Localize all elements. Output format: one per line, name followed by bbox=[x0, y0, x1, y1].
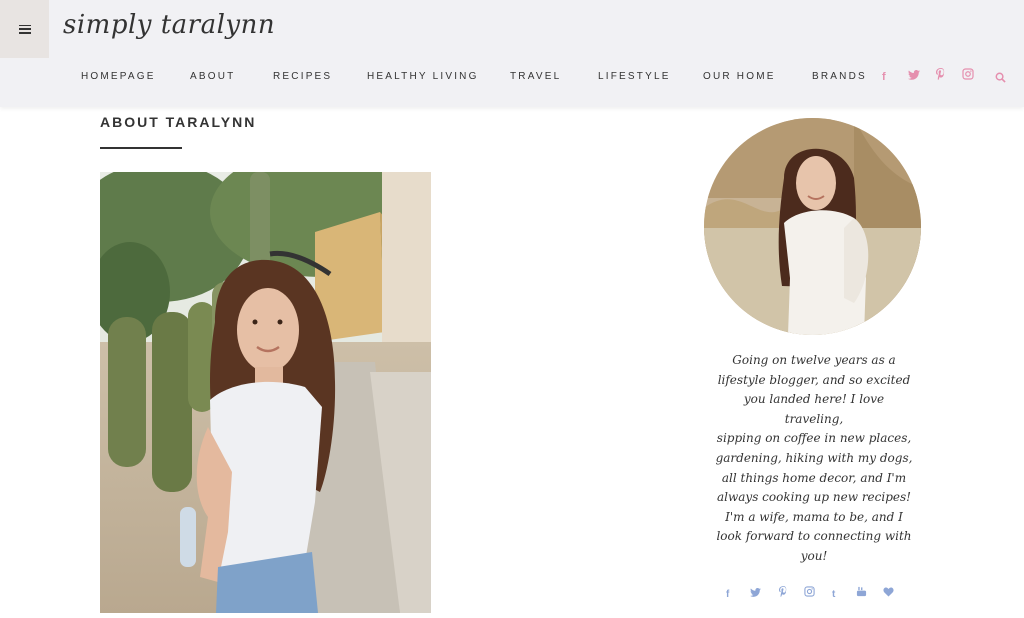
pinterest-icon[interactable] bbox=[779, 586, 787, 604]
bio-line: you landed here! I love traveling, bbox=[743, 392, 885, 426]
bio-line: look forward to connecting with bbox=[716, 529, 912, 544]
bio-line: sipping on coffee in new places, bbox=[716, 431, 912, 446]
sidebar-social-links: f t bbox=[0, 586, 1024, 606]
about-photo bbox=[100, 172, 431, 613]
instagram-icon[interactable] bbox=[804, 586, 815, 604]
nav-brands[interactable]: BRANDS bbox=[812, 66, 867, 88]
nav-homepage[interactable]: HOMEPAGE bbox=[81, 66, 156, 88]
title-divider bbox=[100, 147, 182, 149]
twitter-icon[interactable] bbox=[750, 586, 761, 604]
search-icon[interactable] bbox=[995, 72, 1006, 83]
tumblr-icon[interactable]: t bbox=[832, 586, 835, 604]
page-title: ABOUT TARALYNN bbox=[100, 114, 257, 130]
facebook-icon[interactable]: f bbox=[882, 67, 886, 87]
main-nav: HOMEPAGE ABOUT RECIPES HEALTHY LIVING TR… bbox=[0, 66, 1024, 88]
nav-travel[interactable]: TRAVEL bbox=[510, 66, 561, 88]
nav-healthy-living[interactable]: HEALTHY LIVING bbox=[367, 66, 479, 88]
nav-recipes[interactable]: RECIPES bbox=[273, 66, 332, 88]
bio-line: always cooking up new recipes! bbox=[717, 490, 911, 505]
nav-lifestyle[interactable]: LIFESTYLE bbox=[598, 66, 671, 88]
hamburger-icon bbox=[18, 24, 31, 34]
nav-our-home[interactable]: OUR HOME bbox=[703, 66, 776, 88]
bio-line: I'm a wife, mama to be, and I bbox=[725, 509, 903, 524]
youtube-icon[interactable] bbox=[856, 586, 867, 604]
bio-line: gardening, hiking with my dogs, bbox=[715, 450, 913, 465]
hamburger-menu-button[interactable] bbox=[0, 0, 49, 58]
nav-about[interactable]: ABOUT bbox=[190, 66, 235, 88]
site-header: simply taralynn HOMEPAGE ABOUT RECIPES H… bbox=[0, 0, 1024, 107]
site-logo[interactable]: simply taralynn bbox=[63, 10, 275, 40]
bio-line: lifestyle blogger, and so excited bbox=[717, 372, 911, 387]
facebook-icon[interactable]: f bbox=[726, 586, 729, 604]
bio-line: you! bbox=[800, 548, 828, 563]
twitter-icon[interactable] bbox=[908, 67, 920, 87]
instagram-icon[interactable] bbox=[962, 67, 974, 87]
bio-line: all things home decor, and I'm bbox=[721, 470, 907, 485]
bio-text: Going on twelve years as a lifestyle blo… bbox=[714, 351, 914, 567]
heart-icon[interactable] bbox=[883, 586, 894, 604]
pinterest-icon[interactable] bbox=[936, 67, 945, 87]
bio-line: Going on twelve years as a bbox=[732, 353, 896, 367]
profile-avatar bbox=[704, 118, 921, 335]
